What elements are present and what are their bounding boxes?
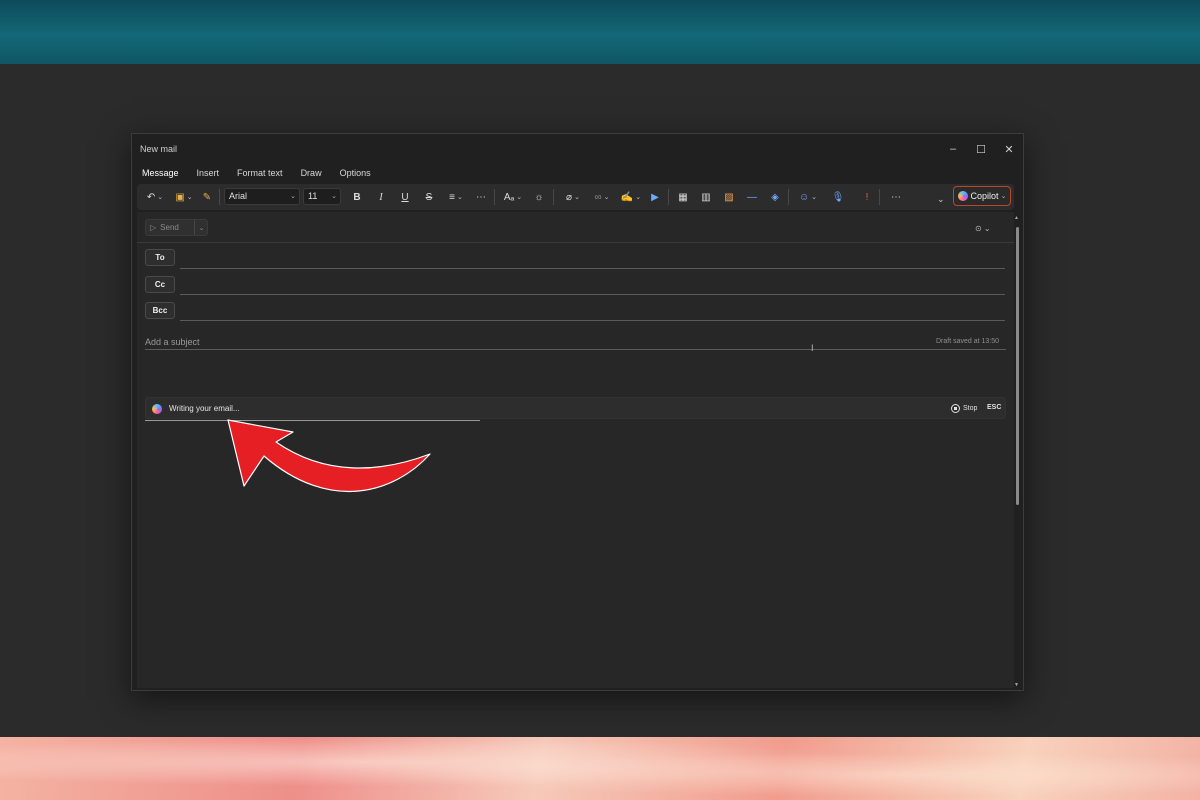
to-field[interactable] <box>180 268 1005 269</box>
copilot-label: Copilot <box>970 191 999 201</box>
font-name-select[interactable]: Arial ⌄ <box>224 188 300 205</box>
ribbon-separator <box>553 189 554 205</box>
stop-label: Stop <box>963 405 978 412</box>
bold-button[interactable]: B <box>350 189 364 205</box>
horizontal-line-icon[interactable]: — <box>745 189 759 205</box>
esc-key-hint: ESC <box>987 404 1002 411</box>
close-button[interactable]: ✕ <box>998 141 1020 157</box>
ribbon-toolbar: ↶ ⌄ ▣ ⌄ ✎ Arial ⌄ 11 ⌄ B I U S ≡ ⌄ ⋯ Aₐ ⌄ ☼ ⌀ ⌄… <box>137 184 1014 210</box>
text-cursor-icon: I <box>811 343 814 353</box>
sensitivity-button[interactable]: ⊙ ⌄ <box>975 224 991 233</box>
send-label: Send <box>160 223 179 232</box>
copilot-icon <box>957 191 968 201</box>
chevron-down-icon: ⌄ <box>1000 193 1007 200</box>
chart-icon[interactable]: ▥ <box>699 189 713 205</box>
ribbon-expand-chevron-icon[interactable]: ⌄ <box>937 194 945 205</box>
chevron-down-icon: ⌄ <box>331 193 337 200</box>
desktop-wallpaper-bottom <box>0 737 1200 800</box>
paste-button[interactable]: ▣ ⌄ <box>172 189 196 205</box>
scroll-up-arrow-icon[interactable]: ▲ <box>1014 215 1019 221</box>
red-annotation-arrow-icon <box>227 419 431 492</box>
underline-button[interactable]: U <box>398 189 412 205</box>
draft-status: Draft saved at 13:50 <box>936 338 1000 345</box>
more-options-icon[interactable]: ⋯ <box>889 189 903 205</box>
brightness-icon[interactable]: ☼ <box>532 189 546 205</box>
vertical-scrollbar[interactable]: ▲ ▼ <box>1014 215 1019 688</box>
minimize-button[interactable]: – <box>942 141 964 157</box>
bcc-button[interactable]: Bcc <box>145 302 175 319</box>
link-button[interactable]: ∞ ⌄ <box>590 189 614 205</box>
send-options-chevron-icon[interactable]: ⌄ <box>194 220 208 235</box>
more-formatting-icon[interactable]: ⋯ <box>474 189 488 205</box>
copilot-status-text: Writing your email... <box>169 404 240 413</box>
stop-icon <box>951 404 960 413</box>
to-button[interactable]: To <box>145 249 175 266</box>
picture-icon[interactable]: ▨ <box>722 189 736 205</box>
window-title: New mail <box>140 144 178 154</box>
importance-icon[interactable]: ! <box>860 189 874 205</box>
stop-button[interactable]: Stop <box>951 404 977 413</box>
new-mail-window: New mail – ☐ ✕ Message Insert Format tex… <box>131 133 1024 691</box>
line-spacing-button[interactable]: ≡ ⌄ <box>444 189 468 205</box>
format-painter-icon[interactable]: ✎ <box>200 189 214 205</box>
emoji-button[interactable]: ☺ ⌄ <box>796 189 820 205</box>
desktop-wallpaper-top <box>0 0 1200 64</box>
loop-component-icon[interactable]: ◈ <box>768 189 782 205</box>
cc-button[interactable]: Cc <box>145 276 175 293</box>
ribbon-separator <box>494 189 495 205</box>
copilot-icon <box>152 404 162 414</box>
ribbon-separator <box>219 189 220 205</box>
send-icon: ▷ <box>150 223 157 232</box>
styles-button[interactable]: Aₐ ⌄ <box>501 189 525 205</box>
meeting-video-icon[interactable]: ▶ <box>648 189 662 205</box>
copilot-writing-bar: Writing your email... Stop ESC <box>145 397 1006 419</box>
subject-underline <box>145 349 1006 350</box>
table-icon[interactable]: ▦ <box>676 189 690 205</box>
signature-button[interactable]: ✍ ⌄ <box>619 189 643 205</box>
scroll-down-arrow-icon[interactable]: ▼ <box>1014 682 1019 688</box>
cc-field[interactable] <box>180 294 1005 295</box>
ribbon-separator <box>788 189 789 205</box>
italic-button[interactable]: I <box>374 189 388 205</box>
attach-file-button[interactable]: ⌀ ⌄ <box>561 189 585 205</box>
font-name-value: Arial <box>229 191 248 201</box>
bcc-field[interactable] <box>180 320 1005 321</box>
maximize-button[interactable]: ☐ <box>970 141 992 157</box>
undo-button[interactable]: ↶ ⌄ <box>143 189 167 205</box>
ribbon-separator <box>668 189 669 205</box>
chevron-down-icon: ⌄ <box>290 193 296 200</box>
ribbon-separator <box>879 189 880 205</box>
title-bar: New mail – ☐ ✕ <box>132 134 1023 164</box>
subject-input[interactable]: Add a subject <box>145 337 200 347</box>
divider <box>137 242 1014 243</box>
send-button[interactable]: ▷ Send ⌄ <box>145 219 208 236</box>
copilot-button[interactable]: Copilot ⌄ <box>953 186 1011 206</box>
strikethrough-button[interactable]: S <box>422 189 436 205</box>
send-label-group: ▷ Send <box>150 223 179 232</box>
font-size-value: 11 <box>308 191 318 201</box>
font-size-select[interactable]: 11 ⌄ <box>303 188 341 205</box>
scroll-thumb[interactable] <box>1016 227 1019 505</box>
dictate-microphone-icon[interactable]: 🎙 <box>831 189 845 205</box>
